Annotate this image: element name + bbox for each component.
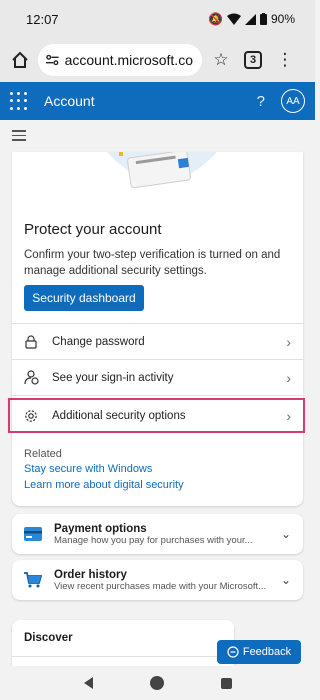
change-password-label: Change password — [52, 335, 145, 348]
chevron-down-icon[interactable]: ⌄ — [281, 573, 291, 587]
protect-account-card: Protect your account Confirm your two-st… — [8, 152, 305, 506]
battery-percent: 90% — [270, 12, 295, 26]
change-password-row[interactable]: Change password › — [12, 324, 303, 359]
battery-icon — [259, 13, 267, 25]
hamburger-menu-icon[interactable] — [12, 130, 26, 144]
divider — [12, 395, 303, 396]
additional-security-options-row[interactable]: Additional security options › — [8, 398, 305, 433]
sign-in-activity-row[interactable]: See your sign-in activity › — [12, 360, 303, 395]
order-history-subtitle: View recent purchases made with your Mic… — [54, 580, 267, 592]
credit-card-icon — [24, 527, 44, 541]
order-history-card[interactable]: Order history View recent purchases made… — [12, 560, 303, 600]
home-icon[interactable] — [8, 48, 32, 72]
security-dashboard-button[interactable]: Security dashboard — [24, 285, 144, 311]
payment-options-card[interactable]: Payment options Manage how you pay for p… — [12, 514, 303, 554]
status-bar: 12:07 🔕 90% — [0, 0, 315, 38]
order-history-title: Order history — [54, 568, 127, 581]
lock-icon — [24, 334, 44, 349]
tab-switcher-button[interactable]: 3 — [240, 47, 266, 73]
site-settings-icon[interactable] — [46, 54, 59, 66]
protect-description: Confirm your two-step verification is tu… — [24, 249, 281, 277]
sign-in-activity-label: See your sign-in activity — [52, 371, 174, 384]
feedback-button[interactable]: Feedback — [217, 640, 301, 664]
wifi-icon — [226, 13, 241, 25]
url-text: account.microsoft.com/ — [64, 52, 194, 68]
status-time: 12:07 — [26, 11, 59, 27]
avatar[interactable]: AA — [281, 89, 305, 113]
related-heading: Related — [24, 448, 62, 460]
additional-security-options-label: Additional security options — [52, 409, 186, 422]
payment-options-subtitle: Manage how you pay for purchases with yo… — [54, 534, 253, 546]
app-header: Account ? AA — [0, 82, 315, 120]
shopping-cart-icon — [24, 572, 44, 588]
person-activity-icon — [24, 370, 44, 385]
chevron-right-icon: › — [286, 333, 291, 350]
feedback-icon — [227, 646, 239, 658]
star-icon[interactable]: ☆ — [208, 47, 234, 73]
protect-title: Protect your account — [24, 221, 162, 238]
signal-icon — [244, 13, 256, 25]
discover-card: Discover — [12, 620, 234, 666]
chevron-down-icon[interactable]: ⌄ — [281, 527, 291, 541]
divider — [12, 656, 234, 657]
stay-secure-link[interactable]: Stay secure with Windows — [24, 463, 152, 475]
back-icon[interactable] — [83, 677, 93, 689]
gear-icon — [24, 409, 44, 423]
digital-security-link[interactable]: Learn more about digital security — [24, 479, 184, 491]
status-icons: 🔕 90% — [208, 12, 295, 26]
help-icon[interactable]: ? — [257, 93, 265, 110]
payment-options-title: Payment options — [54, 522, 147, 535]
feedback-label: Feedback — [242, 646, 292, 658]
recent-apps-icon[interactable] — [220, 677, 232, 689]
chevron-right-icon: › — [286, 369, 291, 386]
mute-icon: 🔕 — [208, 12, 223, 26]
app-title[interactable]: Account — [44, 93, 257, 109]
app-launcher-icon[interactable] — [10, 92, 28, 110]
home-circle-icon[interactable] — [149, 676, 164, 690]
system-nav-bar — [0, 666, 315, 700]
url-bar[interactable]: account.microsoft.com/ — [38, 44, 202, 76]
browser-toolbar: account.microsoft.com/ ☆ 3 ⋮ — [0, 38, 315, 82]
tab-count: 3 — [244, 51, 262, 69]
chevron-right-icon: › — [286, 407, 291, 424]
more-menu-icon[interactable]: ⋮ — [272, 47, 298, 73]
discover-title: Discover — [24, 632, 73, 644]
security-illustration — [107, 152, 217, 189]
